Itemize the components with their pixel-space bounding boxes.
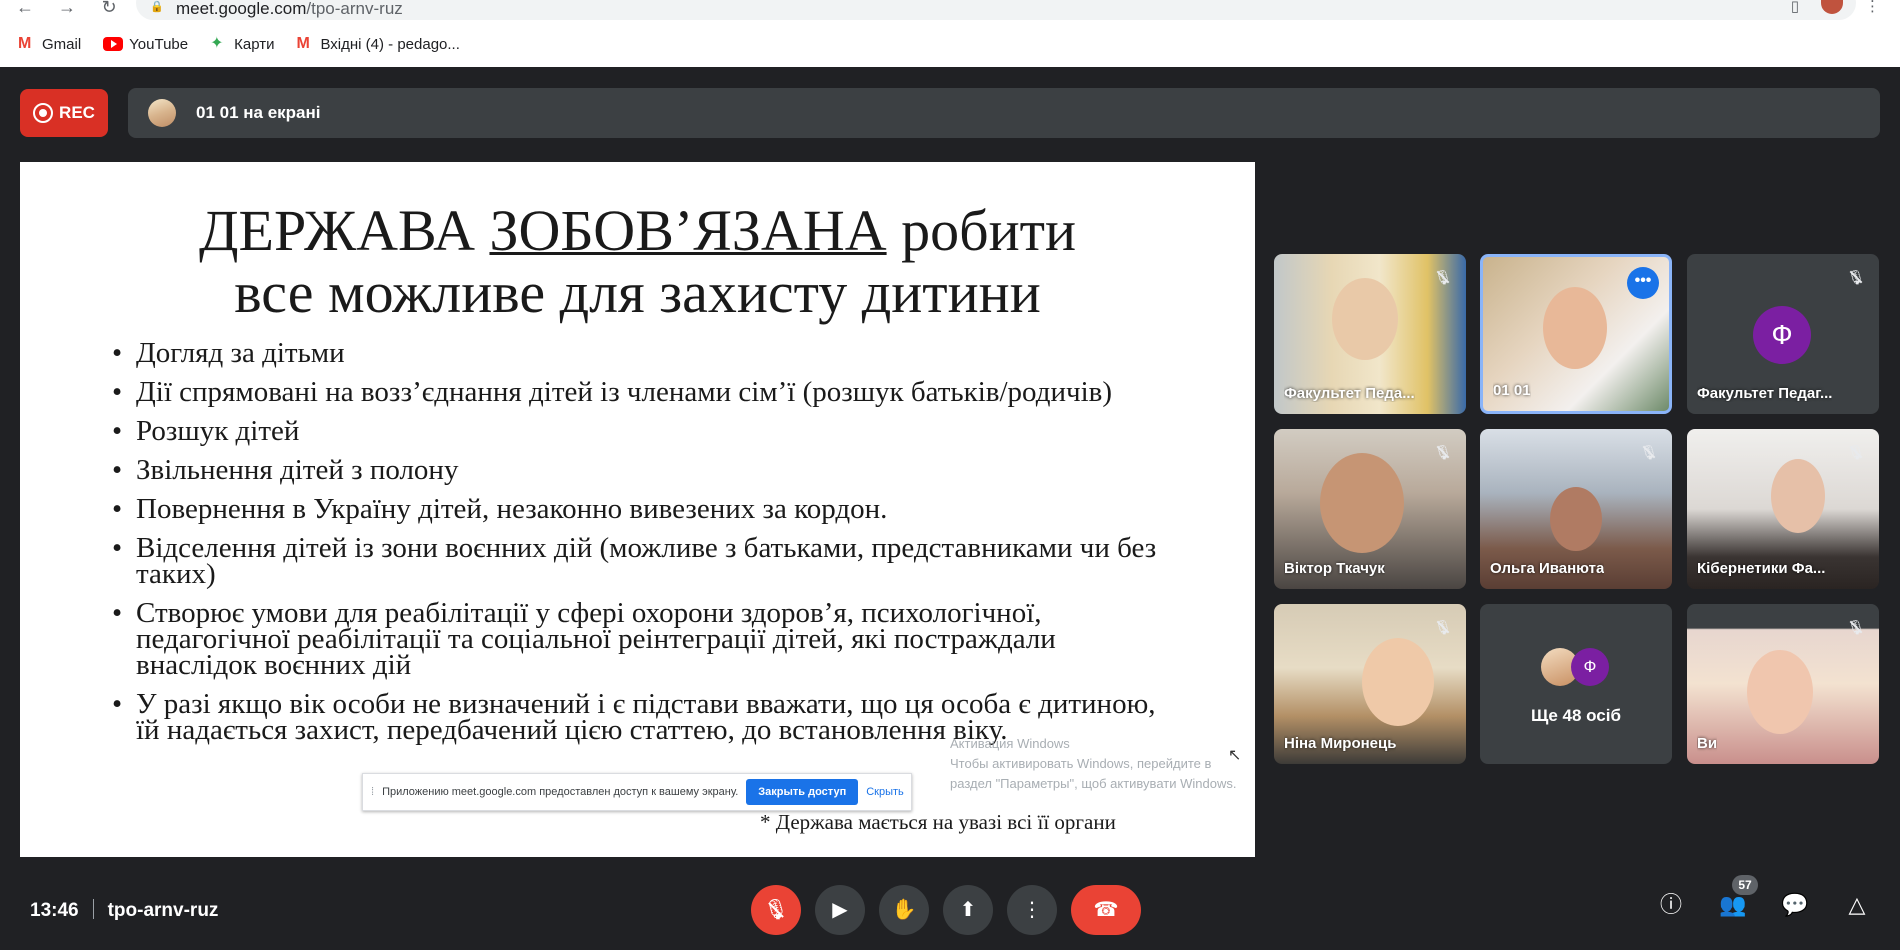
participants-count-badge: 57 — [1732, 875, 1758, 895]
stop-sharing-button[interactable]: Закрыть доступ — [746, 779, 859, 805]
bookmarks-bar: M Gmail YouTube ✦ Карти M Вхідні (4) - p… — [18, 32, 460, 56]
hide-notice-link[interactable]: Скрыть — [866, 786, 904, 798]
gmail-icon: M — [18, 35, 32, 52]
participant-video — [1320, 453, 1404, 553]
bullet-item: Догляд за дітьми — [112, 339, 1172, 368]
lock-icon: 🔒 — [150, 1, 164, 13]
participant-video — [1771, 459, 1825, 533]
address-bar[interactable]: 🔒 meet.google.com/tpo-arnv-ruz ■ ⇪ ☆ — [136, 0, 1856, 20]
profile-avatar[interactable] — [1821, 0, 1843, 14]
share-icon[interactable]: ⇪ — [1756, 0, 1769, 2]
gmail-icon: M — [296, 35, 310, 52]
shared-screen: ДЕРЖАВА ЗОБОВ’ЯЗАНА робити все можливе д… — [20, 162, 1255, 857]
participant-tile[interactable]: 🎙 Ніна Миронець — [1274, 604, 1466, 764]
more-vert-icon: ⋮ — [1022, 899, 1042, 921]
meeting-code: tpo-arnv-ruz — [107, 900, 219, 921]
camera-toggle-button[interactable]: ▶ — [815, 885, 865, 935]
mic-off-icon: 🎙 — [1636, 439, 1662, 465]
bullet-item: Створює умови для реабілітації у сфері о… — [112, 599, 1172, 680]
share-notice-message: Приложению meet.google.com предоставлен … — [382, 786, 739, 798]
mic-off-icon: 🎙 — [1430, 264, 1456, 290]
more-options-button[interactable]: ⋮ — [1007, 885, 1057, 935]
record-icon — [33, 103, 54, 123]
more-participants-label: Ще 48 осіб — [1531, 706, 1621, 725]
participant-tile[interactable]: Ф 🎙 Факультет Педаг... — [1687, 254, 1879, 414]
participant-video — [1543, 287, 1607, 369]
slide-title: ДЕРЖАВА ЗОБОВ’ЯЗАНА робити все можливе д… — [198, 198, 1077, 325]
toolbar-icons: ▯ ⋮ — [1791, 0, 1880, 14]
participant-tile[interactable]: 🎙 Кібернетики Фа... — [1687, 429, 1879, 589]
camera-indicator-icon[interactable]: ■ — [1725, 0, 1734, 2]
mic-off-icon: 🎙 — [1843, 264, 1869, 290]
menu-kebab-icon[interactable]: ⋮ — [1865, 0, 1880, 14]
participant-avatar: Ф — [1571, 648, 1609, 686]
participant-tile[interactable]: 🎙 Факультет Педа... — [1274, 254, 1466, 414]
bookmark-inbox[interactable]: M Вхідні (4) - pedago... — [296, 36, 459, 53]
more-options-icon[interactable]: ••• — [1627, 267, 1659, 299]
browser-chrome: ← → ↻ 🔒 meet.google.com/tpo-arnv-ruz ■ ⇪… — [0, 0, 1900, 67]
participant-tile[interactable]: 🎙 Ольга Иванюта — [1480, 429, 1672, 589]
bullet-item: Дії спрямовані на возз’єднання дітей із … — [112, 378, 1172, 407]
chat-icon[interactable]: 💬 — [1780, 890, 1810, 920]
participant-tile-active[interactable]: ••• 01 01 — [1480, 254, 1672, 414]
mic-off-icon: 🎙 — [763, 899, 789, 921]
bullet-item: Розшук дітей — [112, 417, 1172, 446]
recording-badge[interactable]: REC — [20, 89, 108, 137]
mic-off-icon: 🎙 — [1843, 614, 1869, 640]
participant-tile[interactable]: 🎙 Віктор Ткачук — [1274, 429, 1466, 589]
presenter-avatar — [148, 99, 176, 127]
slide-bullets: Догляд за дітьми Дії спрямовані на возз’… — [112, 339, 1172, 756]
screen-share-notice: ⁞ Приложению meet.google.com предоставле… — [362, 773, 912, 811]
address-url: meet.google.com/tpo-arnv-ruz — [176, 0, 403, 18]
presenting-text: 01 01 на екрані — [196, 103, 321, 122]
hand-icon: ✋ — [891, 899, 917, 921]
divider — [92, 899, 94, 919]
forward-icon[interactable]: → — [56, 0, 78, 16]
participant-video — [1332, 278, 1398, 360]
microphone-toggle-button[interactable]: 🎙 — [751, 885, 801, 935]
mic-off-icon: 🎙 — [1843, 439, 1869, 465]
bookmark-maps[interactable]: ✦ Карти — [210, 36, 274, 53]
bullet-item: Звільнення дітей з полону — [112, 456, 1172, 485]
present-icon: ⬆ — [959, 899, 977, 921]
meeting-time: 13:46 — [30, 900, 79, 921]
participant-video — [1362, 638, 1434, 726]
participant-video — [1550, 487, 1602, 551]
bullet-item: Повернення в Україну дітей, незаконно ви… — [112, 495, 1172, 524]
people-icon[interactable]: 👥 57 — [1718, 875, 1758, 920]
reload-icon[interactable]: ↻ — [98, 0, 120, 16]
slide-footnote: * Держава мається на увазі всі її органи — [760, 810, 1116, 834]
bullet-item: Відселення дітей із зони воєнних дій (мо… — [112, 534, 1172, 589]
side-panel-buttons: ⓘ 👥 57 💬 △ — [1656, 875, 1872, 920]
back-icon[interactable]: ← — [14, 0, 36, 16]
bookmark-youtube[interactable]: YouTube — [103, 36, 188, 53]
drag-handle-icon[interactable]: ⁞ — [371, 786, 374, 798]
camera-icon: ▶ — [832, 899, 848, 921]
more-participants-tile[interactable]: Ф Ще 48 осіб — [1480, 604, 1672, 764]
meeting-details-icon[interactable]: ⓘ — [1656, 890, 1686, 920]
end-call-icon: ☎ — [1093, 899, 1119, 921]
mouse-cursor-icon: ↖ — [1228, 745, 1242, 764]
presentation-bar: 01 01 на екрані — [128, 88, 1880, 138]
side-panel-icon[interactable]: ▯ — [1791, 0, 1799, 14]
raise-hand-button[interactable]: ✋ — [879, 885, 929, 935]
activities-icon[interactable]: △ — [1842, 890, 1872, 920]
participant-video — [1747, 650, 1813, 734]
mic-off-icon: 🎙 — [1430, 614, 1456, 640]
windows-activation-watermark: Активация Windows Чтобы активировать Win… — [950, 736, 1237, 791]
mic-off-icon: 🎙 — [1430, 439, 1456, 465]
maps-icon: ✦ — [210, 35, 224, 52]
participant-avatar: Ф — [1753, 306, 1811, 364]
meeting-info: 13:46 tpo-arnv-ruz — [30, 899, 218, 922]
leave-call-button[interactable]: ☎ — [1071, 885, 1141, 935]
youtube-icon — [103, 37, 124, 51]
present-screen-button[interactable]: ⬆ — [943, 885, 993, 935]
address-row: ← → ↻ 🔒 meet.google.com/tpo-arnv-ruz ■ ⇪… — [0, 0, 1900, 24]
self-view-tile[interactable]: 🎙 Ви — [1687, 604, 1879, 764]
bookmark-gmail[interactable]: M Gmail — [18, 36, 81, 53]
